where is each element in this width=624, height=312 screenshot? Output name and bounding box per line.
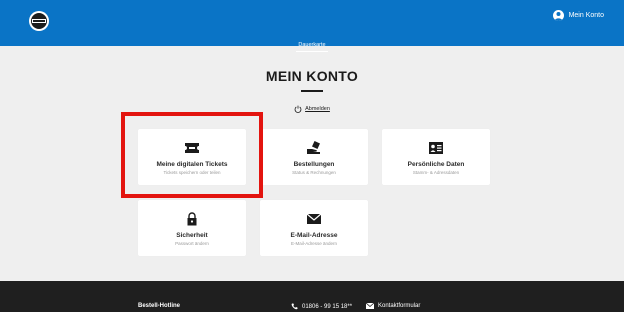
lock-icon xyxy=(187,212,197,226)
order-hand-icon xyxy=(307,141,320,154)
envelope-icon xyxy=(306,213,322,224)
card-title: Bestellungen xyxy=(293,161,335,168)
logout-link[interactable]: Abmelden xyxy=(0,105,624,113)
id-card-icon xyxy=(429,142,443,154)
phone-icon xyxy=(291,303,298,310)
tab-dauerkarte[interactable]: Dauerkarte xyxy=(296,41,328,52)
logout-label: Abmelden xyxy=(305,106,330,112)
card-subtitle: Status & Rechnungen xyxy=(292,170,336,175)
page-title: MEIN KONTO xyxy=(265,68,359,84)
hotline-phone[interactable]: 01806 - 99 15 18** xyxy=(291,303,352,310)
footer: Bestell-Hotline 01806 - 99 15 18** Konta… xyxy=(0,281,624,312)
title-divider xyxy=(301,90,323,92)
card-email-address[interactable]: E-Mail-Adresse E-Mail-Adresse ändern xyxy=(260,200,368,256)
highlight-frame xyxy=(121,112,263,198)
contact-form-link[interactable]: Kontaktformular xyxy=(366,303,420,309)
contact-form-label: Kontaktformular xyxy=(378,303,421,309)
card-security[interactable]: Sicherheit Passwort ändern xyxy=(138,200,246,256)
account-label: Mein Konto xyxy=(568,12,604,19)
card-title: Persönliche Daten xyxy=(407,161,465,168)
user-avatar-icon xyxy=(552,10,564,21)
sub-navigation: Dauerkarte xyxy=(0,33,624,52)
card-title: Sicherheit xyxy=(176,232,208,239)
hotline-number: 01806 - 99 15 18** xyxy=(302,303,353,310)
top-navigation-bar: Mein Konto Dauerkarte xyxy=(0,0,624,52)
envelope-icon xyxy=(366,303,374,309)
power-icon xyxy=(294,105,302,113)
card-subtitle: Stamm- & Adressdaten xyxy=(412,170,460,175)
club-logo-icon[interactable] xyxy=(28,10,50,32)
card-subtitle: E-Mail-Adresse ändern xyxy=(290,241,338,246)
account-menu[interactable]: Mein Konto xyxy=(552,10,604,21)
hotline-label: Bestell-Hotline xyxy=(138,303,181,309)
card-subtitle: Passwort ändern xyxy=(175,241,209,246)
card-title: E-Mail-Adresse xyxy=(290,232,338,239)
card-personal-data[interactable]: Persönliche Daten Stamm- & Adressdaten xyxy=(382,129,490,185)
card-orders[interactable]: Bestellungen Status & Rechnungen xyxy=(260,129,368,185)
